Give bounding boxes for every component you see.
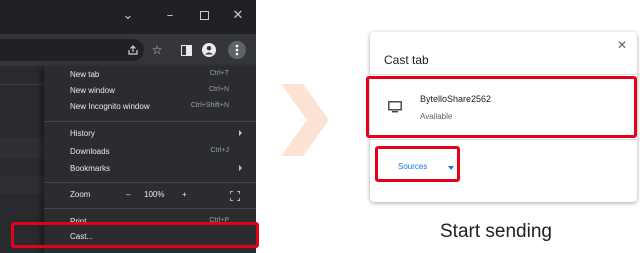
dialog-divider	[370, 139, 637, 140]
chevron-down-icon[interactable]: ⌄	[118, 6, 138, 26]
menu-icon[interactable]	[228, 41, 246, 59]
zoom-level: 100%	[144, 190, 165, 199]
menu-item-shortcut: Ctrl+N	[208, 86, 229, 93]
fullscreen-icon[interactable]	[226, 187, 244, 205]
caption: Start sending	[440, 221, 552, 242]
menu-item-label: Zoom	[70, 190, 91, 199]
arrow-right-icon	[281, 84, 329, 161]
address-bar[interactable]	[0, 39, 144, 61]
cast-highlight-box	[11, 222, 259, 248]
menu-item-shortcut: Ctrl+J	[210, 147, 229, 154]
close-icon[interactable]: ✕	[617, 38, 627, 52]
menu-separator	[44, 182, 256, 183]
page-block	[0, 138, 44, 158]
device-highlight-box	[366, 76, 637, 138]
menu-item-new-incognito-window[interactable]: New Incognito window Ctrl+Shift+N	[44, 99, 256, 117]
zoom-out-button[interactable]: –	[114, 187, 144, 205]
menu-item-shortcut: Ctrl+Shift+N	[190, 102, 229, 109]
menu-item-downloads[interactable]: Downloads Ctrl+J	[44, 144, 256, 162]
menu-item-label: Bookmarks	[70, 164, 111, 173]
side-panel-icon[interactable]	[177, 41, 195, 59]
close-icon[interactable]: ✕	[228, 6, 248, 26]
minimize-icon[interactable]: –	[160, 6, 180, 26]
maximize-icon[interactable]	[194, 6, 214, 26]
page-divider	[0, 84, 44, 85]
menu-item-bookmarks[interactable]: Bookmarks	[44, 161, 256, 179]
menu-item-label: Downloads	[70, 147, 110, 156]
dialog-title: Cast tab	[384, 53, 429, 67]
menu-separator	[44, 121, 256, 122]
submenu-arrow-icon	[239, 165, 242, 171]
title-bar: ⌄ – ✕	[0, 0, 256, 34]
page-block	[0, 176, 44, 194]
star-icon[interactable]: ☆	[148, 41, 166, 59]
menu-item-label: History	[70, 129, 95, 138]
submenu-arrow-icon	[239, 130, 242, 136]
browser-window: ⌄ – ✕ ☆ New tab Ctrl+T New window Ctrl+N…	[0, 0, 256, 253]
zoom-out-label: –	[126, 190, 131, 199]
menu-item-zoom: Zoom – 100% +	[44, 187, 256, 205]
menu-item-history[interactable]: History	[44, 126, 256, 144]
toolbar: ☆	[0, 34, 256, 66]
menu-item-label: New window	[70, 86, 115, 95]
menu-item-label: New tab	[70, 70, 100, 79]
share-icon[interactable]	[124, 41, 142, 59]
menu-separator	[44, 208, 256, 209]
menu-item-shortcut: Ctrl+T	[209, 70, 229, 77]
menu-item-label: New Incognito window	[70, 102, 150, 111]
zoom-in-label: +	[182, 190, 187, 199]
sources-highlight-box	[375, 146, 460, 182]
zoom-in-button[interactable]: +	[174, 187, 198, 205]
profile-icon[interactable]	[200, 41, 218, 59]
